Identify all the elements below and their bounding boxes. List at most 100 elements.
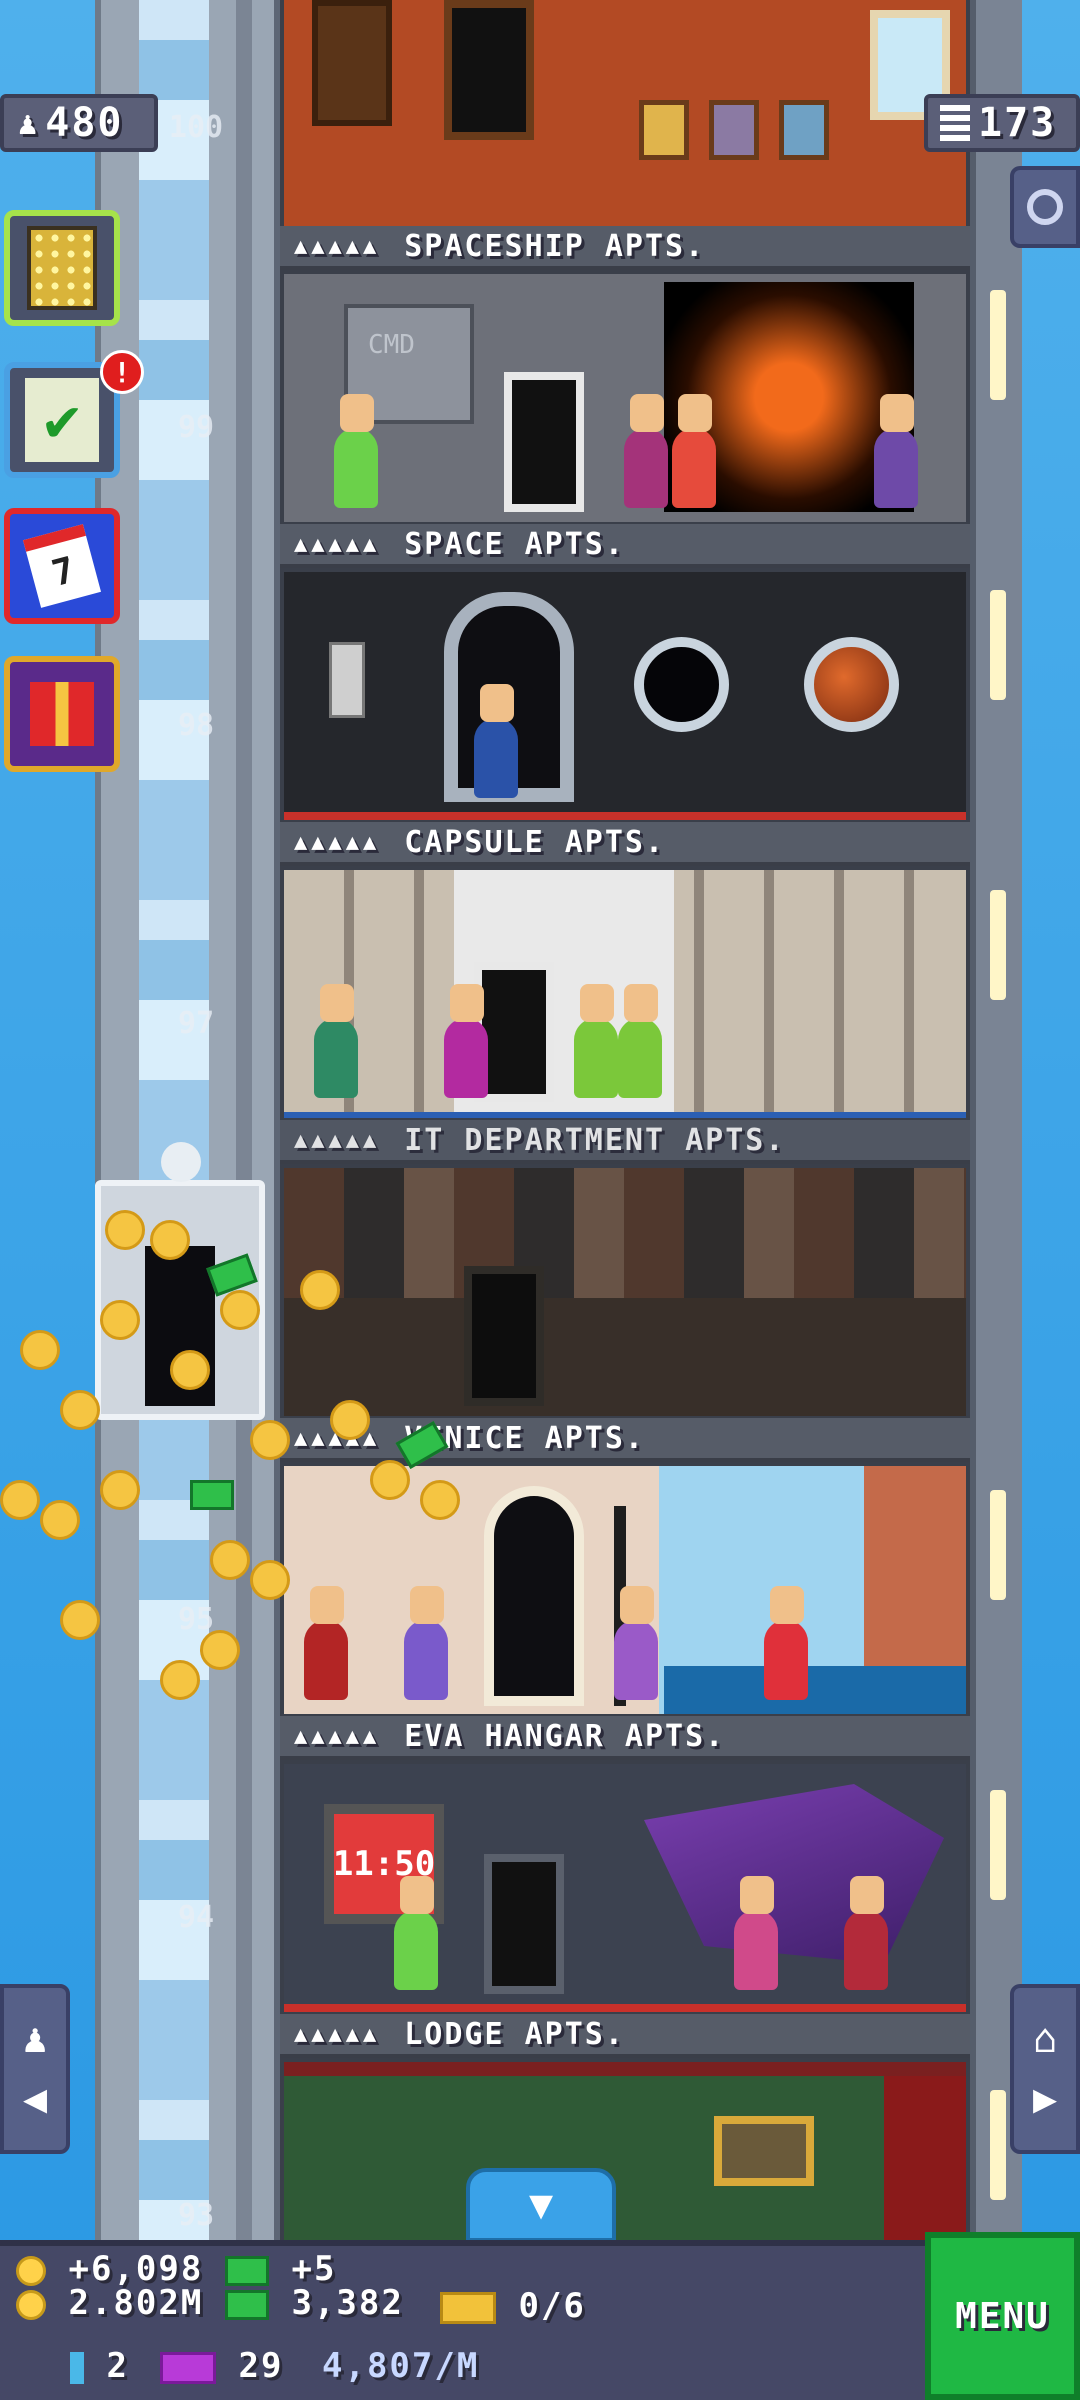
- floor-room-top[interactable]: [284, 0, 966, 226]
- canal: [664, 1666, 966, 1714]
- floor-stars: ▲▲▲▲▲: [294, 2021, 381, 2047]
- wall-light: [990, 1790, 1006, 1900]
- floor-label: ▲▲▲▲▲ EVA HANGAR APTS.: [280, 1716, 970, 1760]
- elevator-shaft[interactable]: 100 99 98 97 95 94 93: [95, 0, 280, 2240]
- resident[interactable]: [444, 984, 488, 1098]
- scroll-down-button[interactable]: ▼: [466, 2168, 616, 2242]
- resident[interactable]: [874, 394, 918, 508]
- floor-room[interactable]: 11:50: [284, 1764, 966, 2012]
- floor-number: 97: [177, 1006, 215, 1041]
- resident[interactable]: [304, 1586, 348, 1700]
- calendar-button[interactable]: 7: [4, 508, 120, 624]
- lobby-down-button[interactable]: ♟ ◀: [0, 1984, 70, 2154]
- population-counter[interactable]: ♟ 480: [0, 94, 158, 152]
- resident[interactable]: [672, 394, 716, 508]
- resident[interactable]: [618, 984, 662, 1098]
- porthole: [634, 637, 729, 732]
- floor-number: 98: [177, 708, 215, 743]
- notification-badge: !: [100, 350, 144, 394]
- floor-counter[interactable]: 173: [924, 94, 1080, 152]
- floor-room[interactable]: [284, 1168, 966, 1416]
- resident[interactable]: [334, 394, 378, 508]
- resident[interactable]: [844, 1876, 888, 1990]
- resident[interactable]: [574, 984, 618, 1098]
- floor-name: SPACESHIP APTS.: [404, 228, 706, 264]
- coin-icon: [16, 2255, 46, 2286]
- arrow-right-icon: ▶: [1032, 2076, 1058, 2122]
- door: [444, 0, 534, 140]
- resident[interactable]: [734, 1876, 778, 1990]
- tower-wall: [970, 0, 1022, 2240]
- floor-name: CAPSULE APTS.: [404, 824, 666, 860]
- curtain: [884, 2076, 966, 2256]
- resident[interactable]: [394, 1876, 438, 1990]
- resident[interactable]: [764, 1586, 808, 1700]
- search-button[interactable]: [1010, 166, 1080, 248]
- build-floor-button[interactable]: [4, 210, 120, 326]
- vip-ticket-icon: [440, 2291, 496, 2324]
- floor-label: ▲▲▲▲▲ LODGE APTS.: [280, 2014, 970, 2058]
- search-icon: [1027, 189, 1063, 225]
- floor-space[interactable]: ▲▲▲▲▲ SPACE APTS.: [280, 524, 970, 822]
- door: [464, 1266, 544, 1406]
- arched-door: [484, 1486, 584, 1706]
- door: [484, 1854, 564, 1994]
- floor-room[interactable]: CMD: [284, 274, 966, 522]
- bux-icon: [225, 2255, 269, 2286]
- floor-label: ▲▲▲▲▲ CAPSULE APTS.: [280, 822, 970, 866]
- floor-label: ▲▲▲▲▲ VENICE APTS.: [280, 1418, 970, 1462]
- floor-room[interactable]: [284, 1466, 966, 1714]
- tower: ▲▲▲▲▲ SPACESHIP APTS. CMD ▲▲▲▲▲ SPACE APTS…: [280, 0, 970, 2310]
- resident[interactable]: [474, 684, 518, 798]
- coin-icon: [16, 2289, 46, 2320]
- ticket-icon: [160, 2351, 216, 2384]
- gift-button[interactable]: [4, 656, 120, 772]
- floor-stars: ▲▲▲▲▲: [294, 1127, 381, 1153]
- building-icon: [940, 105, 970, 141]
- floor-stars: ▲▲▲▲▲: [294, 531, 381, 557]
- resident[interactable]: [404, 1586, 448, 1700]
- floor-number: 93: [177, 2198, 215, 2233]
- bux-total: 3,382: [291, 2283, 404, 2323]
- resident[interactable]: [314, 984, 358, 1098]
- missions-button[interactable]: ✔ !: [4, 350, 144, 478]
- arrow-left-icon: ◀: [22, 2076, 48, 2122]
- coin-stats: +6,098 2.802M: [16, 2252, 203, 2320]
- population-value: 480: [45, 100, 124, 146]
- bookshelf: [312, 0, 392, 126]
- income-rate: 4,807/M: [322, 2346, 480, 2386]
- floor-stars: ▲▲▲▲▲: [294, 829, 381, 855]
- elevator-lamp: [161, 1142, 201, 1182]
- floor-number-top: 100: [168, 110, 224, 145]
- floor-name: LODGE APTS.: [404, 2016, 625, 2052]
- resident[interactable]: [624, 394, 668, 508]
- floor-number: 94: [177, 1900, 215, 1935]
- floor-stars: ▲▲▲▲▲: [294, 233, 381, 259]
- floor-room[interactable]: [284, 870, 966, 1118]
- floor-capsule[interactable]: ▲▲▲▲▲ CAPSULE APTS.: [280, 822, 970, 1120]
- elevator-stats: 2: [70, 2346, 129, 2386]
- ticket-count: 29: [238, 2346, 284, 2386]
- floor-name: EVA HANGAR APTS.: [404, 1718, 726, 1754]
- floors-value: 173: [978, 100, 1057, 146]
- eva-mecha: [644, 1784, 944, 1964]
- floor-spaceship[interactable]: ▲▲▲▲▲ SPACESHIP APTS. CMD: [280, 226, 970, 524]
- resident[interactable]: [614, 1586, 658, 1700]
- checklist-icon: ✔: [25, 378, 99, 462]
- floor-it-department[interactable]: ▲▲▲▲▲ IT DEPARTMENT APTS.: [280, 1120, 970, 1418]
- door: [504, 372, 584, 512]
- chevron-down-icon: ▼: [528, 2182, 554, 2228]
- gift-icon: [30, 682, 94, 746]
- floor-room[interactable]: [284, 572, 966, 820]
- ticket-stats: 29: [160, 2346, 283, 2386]
- vip-progress: 0/6: [518, 2286, 586, 2326]
- floor-number: 99: [177, 410, 215, 445]
- home-icon: ⌂: [1032, 2016, 1058, 2062]
- floor-label: ▲▲▲▲▲ SPACE APTS.: [280, 524, 970, 568]
- menu-button[interactable]: MENU: [925, 2232, 1080, 2400]
- wall-light: [990, 290, 1006, 400]
- roof-up-button[interactable]: ⌂ ▶: [1010, 1984, 1080, 2154]
- wall-light: [990, 2090, 1006, 2200]
- tower-building: [864, 1466, 966, 1666]
- floor-eva-hangar[interactable]: ▲▲▲▲▲ EVA HANGAR APTS. 11:50: [280, 1716, 970, 2014]
